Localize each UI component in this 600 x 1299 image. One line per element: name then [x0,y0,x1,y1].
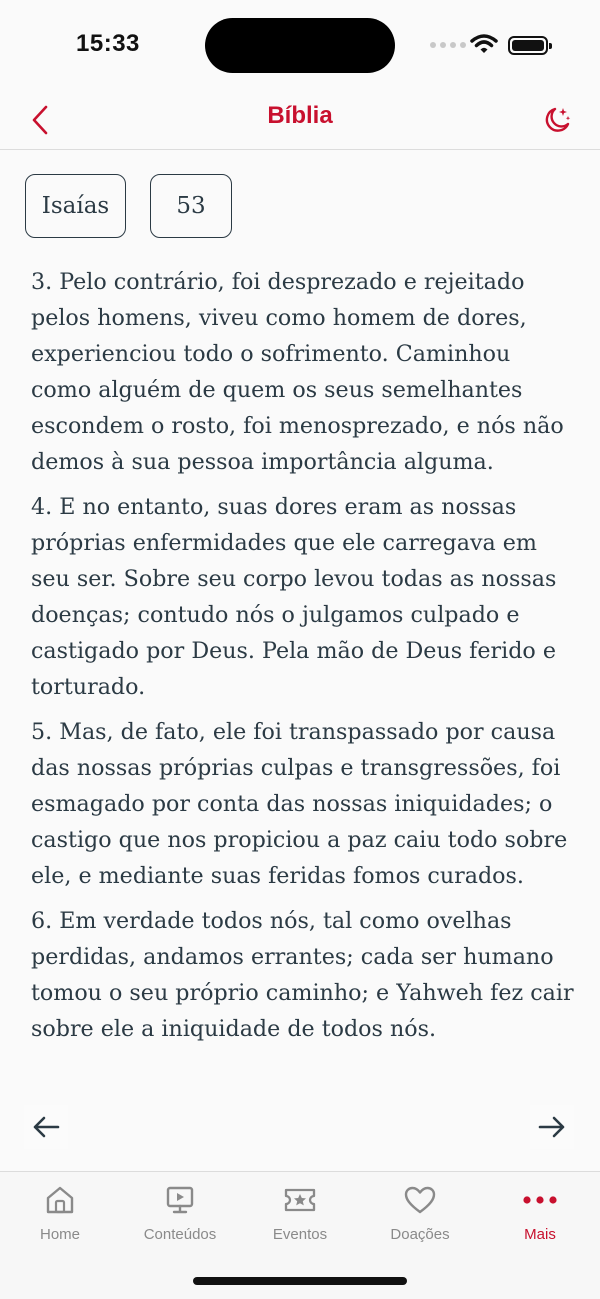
verse: 5. Mas, de fato, ele foi transpassado po… [31,719,568,889]
next-chapter-button[interactable] [530,1105,574,1149]
tab-mais[interactable]: Mais [480,1182,600,1252]
home-icon [46,1186,74,1214]
more-dots-icon [523,1196,557,1204]
tab-doacoes[interactable]: Doações [360,1182,480,1252]
presentation-icon [166,1186,194,1214]
tab-label: Eventos [272,1226,328,1243]
tab-label: Conteúdos [143,1226,217,1243]
verse: 3. Pelo contrário, foi desprezado e reje… [31,269,564,475]
chapter-selector[interactable]: 53 [150,174,232,238]
heart-icon [404,1186,436,1214]
status-bar: 15:33 [0,0,600,90]
dynamic-island [205,18,395,73]
arrow-left-icon [33,1116,60,1138]
tab-home[interactable]: Home [0,1182,120,1252]
ticket-star-icon [284,1188,316,1212]
previous-chapter-button[interactable] [24,1105,68,1149]
bible-text[interactable]: 3. Pelo contrário, foi desprezado e reje… [31,264,576,1170]
book-selector[interactable]: Isaías [25,174,126,238]
status-time: 15:33 [76,30,140,57]
cellular-signal-icon [430,42,466,48]
moon-stars-icon [545,107,571,132]
theme-toggle-button[interactable] [535,98,579,142]
nav-header: Bíblia [0,90,600,150]
tab-label: Home [39,1226,80,1243]
tab-label: Mais [524,1226,556,1243]
battery-icon [508,36,552,55]
tab-eventos[interactable]: Eventos [240,1182,360,1252]
verse: 4. E no entanto, suas dores eram as noss… [31,494,557,700]
arrow-right-icon [538,1116,565,1138]
tab-conteudos[interactable]: Conteúdos [120,1182,240,1252]
tab-label: Doações [390,1226,450,1243]
verse: 6. Em verdade todos nós, tal como ovelha… [31,908,574,1042]
wifi-icon [470,34,498,53]
home-indicator [193,1277,407,1285]
page-title: Bíblia [267,102,333,129]
